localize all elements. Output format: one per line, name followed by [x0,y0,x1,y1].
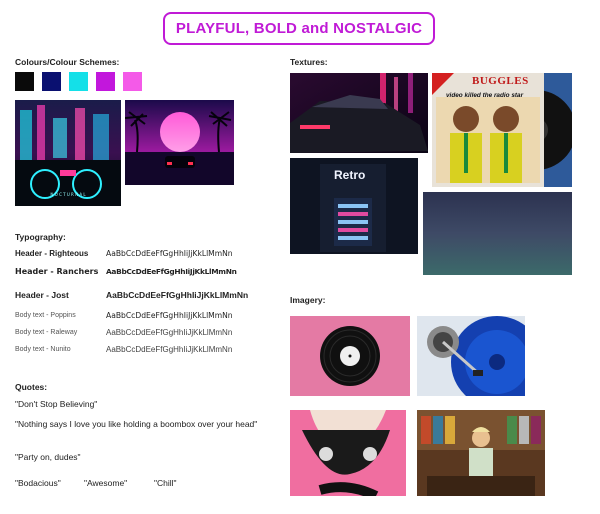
record-band-name: BUGGLES [472,75,529,87]
typo-sample-jost: AaBbCcDdEeFfGgHhIiJjKkLlMmNn [106,290,249,300]
swatch-cyan [69,72,88,91]
swatch-black [15,72,34,91]
synthwave-sunset-car-image [125,100,234,185]
quote-party-on: "Party on, dudes" [15,452,81,462]
retro-poster-word: Retro [334,168,366,182]
quote-bodacious: "Bodacious" [15,478,61,488]
blue-turntable-image [417,316,525,396]
dusky-gradient-texture [423,192,572,275]
record-song-title: video killed the radio star [446,92,524,99]
typo-sample-poppins: AaBbCcDdEeFfGgHhIiJjKkLlMmNn [106,311,233,320]
retro-poster-texture: Retro [290,158,418,254]
imagery-label: Imagery: [290,295,326,305]
typo-sample-nunito: AaBbCcDdEeFfGgHhIiJjKkLlMmNn [106,345,233,354]
typo-label-jost: Header - Jost [15,290,69,300]
girl-record-store-image [417,410,545,496]
vinyl-on-pink-image [290,316,410,396]
typo-sample-raleway: AaBbCcDdEeFfGgHhIiJjKkLlMmNn [106,328,233,337]
swatch-purple [96,72,115,91]
typo-label-righteous: Header - Righteous [15,249,89,258]
typo-label-ranchers: Header - Ranchers [15,267,99,276]
typo-sample-ranchers: AaBbCcDdEeFfGgHhIiJjKkLlMmNn [106,267,237,276]
svg-text:N O C T U R N A L: N O C T U R N A L [50,192,86,197]
swatch-navy [42,72,61,91]
quotes-label: Quotes: [15,382,48,392]
girl-headphones-pink-image [290,410,406,496]
buggles-record-sleeve: BUGGLES video killed the radio star [432,73,572,187]
quote-boombox: "Nothing says I love you like holding a … [15,419,258,429]
typo-label-poppins: Body text - Poppins [15,312,76,319]
typo-sample-righteous: AaBbCcDdEeFfGgHhIiJjKkLlMmNn [106,249,233,258]
typo-label-raleway: Body text - Raleway [15,329,78,336]
board-title: PLAYFUL, BOLD and NOSTALGIC [163,12,435,45]
quote-chill: "Chill" [154,478,177,488]
quote-awesome: "Awesome" [84,478,128,488]
swatch-pink [123,72,142,91]
textures-label: Textures: [290,57,328,67]
colours-label: Colours/Colour Schemes: [15,57,120,67]
neon-sports-car-texture [290,73,428,153]
quote-dont-stop-believing: "Don't Stop Believing" [15,399,98,409]
typography-label: Typography: [15,232,66,242]
typo-label-nunito: Body text - Nunito [15,346,71,353]
neon-city-car-image: N O C T U R N A L [15,100,121,206]
